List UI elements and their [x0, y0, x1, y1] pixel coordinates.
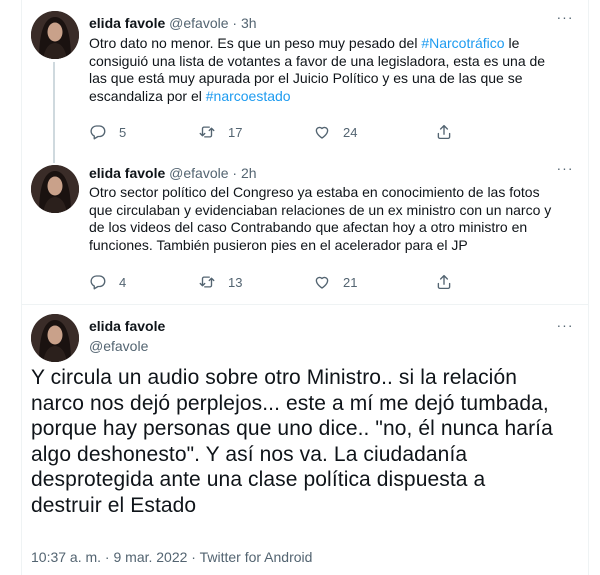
reply-button[interactable]: 4: [89, 272, 126, 292]
hashtag-link[interactable]: #Narcotráfico: [421, 35, 504, 51]
reply-count: 4: [119, 274, 127, 290]
avatar-photo: [31, 11, 79, 59]
thread-connector: [53, 155, 55, 163]
like-count: 21: [343, 274, 358, 290]
user-handle[interactable]: @efavole: [169, 165, 228, 181]
thread-tweet-1[interactable]: elida favole @efavole · 3h ··· Otro dato…: [21, 0, 589, 155]
text-segment: Otro dato no menor. Es que un peso muy p…: [89, 35, 422, 51]
share-icon: [437, 124, 451, 140]
reply-icon: [90, 125, 106, 140]
share-button[interactable]: [435, 122, 453, 142]
reply-count: 5: [119, 124, 127, 140]
display-name[interactable]: elida favole: [89, 318, 165, 334]
display-name[interactable]: elida favole: [89, 165, 165, 181]
tweet-actions: 5 17 24: [89, 122, 509, 142]
tweet-text: Otro sector político del Congreso ya est…: [89, 184, 552, 253]
hashtag-link[interactable]: #narcoestado: [206, 88, 291, 104]
thread-tweet-2[interactable]: elida favole @efavole · 2h ··· Otro sect…: [21, 155, 589, 305]
tweet-text: Otro dato no menor. Es que un peso muy p…: [89, 35, 565, 105]
more-icon[interactable]: ···: [555, 10, 575, 28]
tweet-time[interactable]: 3h: [241, 15, 257, 31]
more-icon[interactable]: ···: [555, 318, 575, 336]
tweet-time[interactable]: 2h: [241, 165, 257, 181]
reply-icon: [90, 275, 106, 290]
thread-connector: [53, 62, 55, 155]
like-count: 24: [343, 124, 358, 140]
retweet-icon: [199, 126, 215, 138]
like-button[interactable]: 24: [313, 122, 357, 142]
more-icon[interactable]: ···: [555, 161, 575, 179]
author-handle: @efavole: [89, 337, 148, 355]
tweet-text: Y circula un audio sobre otro Ministro..…: [31, 366, 553, 517]
dot-separator: ·: [232, 165, 238, 181]
share-button[interactable]: [435, 272, 453, 292]
user-handle[interactable]: @efavole: [169, 15, 228, 31]
author-name: elida favole: [89, 317, 165, 335]
retweet-count: 17: [228, 124, 243, 140]
retweet-count: 13: [228, 274, 243, 290]
user-handle[interactable]: @efavole: [89, 338, 148, 354]
avatar[interactable]: [31, 165, 79, 213]
retweet-button[interactable]: 17: [198, 122, 242, 142]
dot-separator: ·: [232, 15, 238, 31]
avatar[interactable]: [31, 314, 79, 362]
avatar-photo: [31, 314, 79, 362]
tweet-header: elida favole @efavole · 3h: [89, 14, 257, 32]
retweet-icon: [199, 276, 215, 288]
avatar-photo: [31, 165, 79, 213]
heart-icon: [315, 126, 329, 139]
like-button[interactable]: 21: [313, 272, 357, 292]
reply-button[interactable]: 5: [89, 122, 126, 142]
tweet-timestamp[interactable]: 10:37 a. m. · 9 mar. 2022 · Twitter for …: [31, 549, 312, 565]
retweet-button[interactable]: 13: [198, 272, 242, 292]
avatar[interactable]: [31, 11, 79, 59]
main-tweet: elida favole @efavole ··· Y circula un a…: [21, 305, 589, 575]
share-icon: [437, 274, 451, 290]
display-name[interactable]: elida favole: [89, 15, 165, 31]
heart-icon: [315, 276, 329, 289]
tweet-actions: 4 13 21: [89, 272, 509, 292]
tweet-header: elida favole @efavole · 2h: [89, 164, 257, 182]
